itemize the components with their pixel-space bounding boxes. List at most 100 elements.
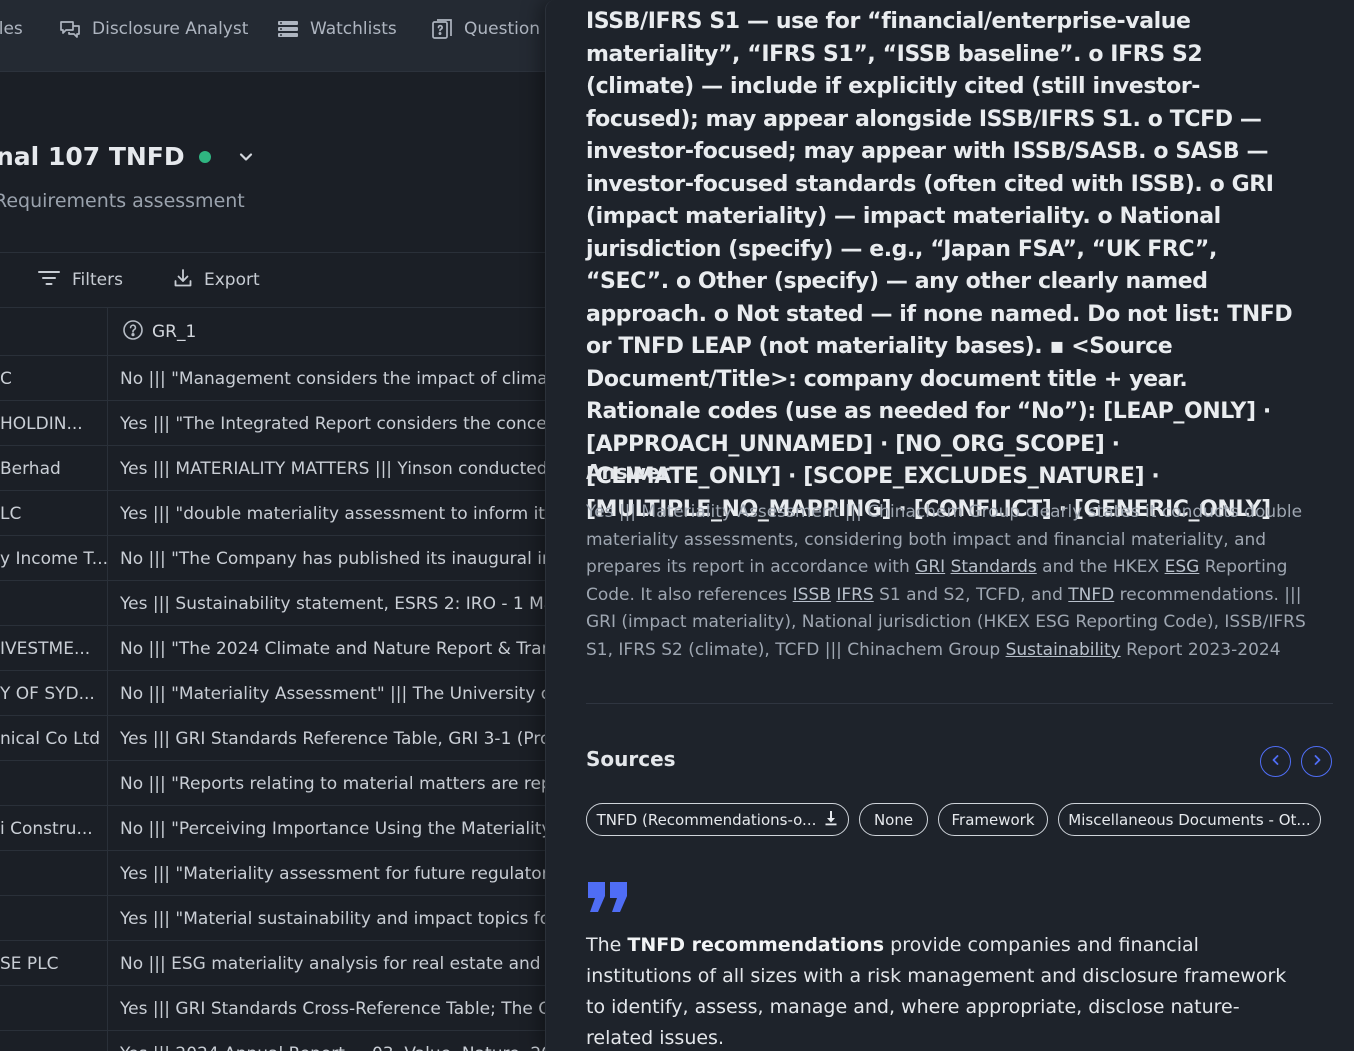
table-row[interactable]: C No ||| "Management considers the impact… <box>0 356 560 401</box>
document-title: nal 107 TNFD <box>0 142 185 171</box>
help-circle-icon[interactable] <box>122 319 144 346</box>
quote-bold: TNFD recommendations <box>627 934 885 956</box>
source-chip-label: Framework <box>951 810 1035 829</box>
answer-link-issb[interactable]: ISSB <box>793 585 831 605</box>
table-body: C No ||| "Management considers the impact… <box>0 356 560 1051</box>
cell-company-name: LC <box>0 503 22 524</box>
source-chip-framework[interactable]: Framework <box>938 803 1048 836</box>
cell-gr1-answer[interactable]: No ||| "Management considers the impact … <box>107 356 560 400</box>
table-row[interactable]: nical Co Ltd Yes ||| GRI Standards Refere… <box>0 716 560 761</box>
answer-segment: and the HKEX <box>1036 557 1165 577</box>
table-row[interactable]: IVESTME... No ||| "The 2024 Climate and N… <box>0 626 560 671</box>
nav-disclosure-analyst-label: Disclosure Analyst <box>92 19 249 39</box>
cell-gr1-answer[interactable]: No ||| "Perceiving Importance Using the … <box>107 806 560 850</box>
cell-gr1-answer[interactable]: Yes ||| GRI Standards Cross-Reference Ta… <box>107 986 560 1030</box>
table-row[interactable]: Yes ||| GRI Standards Cross-Reference Ta… <box>0 986 560 1031</box>
chevron-right-icon <box>1310 752 1324 771</box>
cell-gr1-answer[interactable]: Yes ||| "The Integrated Report considers… <box>107 401 560 445</box>
cell-company-name: Y OF SYD... <box>0 683 95 704</box>
cell-company-name: Berhad <box>0 458 61 479</box>
answer-link-standards[interactable]: Standards <box>951 557 1037 577</box>
table-row[interactable]: Y OF SYD... No ||| "Materiality Assessmen… <box>0 671 560 716</box>
cell-gr1-answer[interactable]: Yes ||| "double materiality assessment t… <box>107 491 560 535</box>
source-chip-label: None <box>873 810 914 829</box>
table-row[interactable]: y Income T... No ||| "The Company has pub… <box>0 536 560 581</box>
cell-company-name <box>0 851 107 895</box>
filters-label: Filters <box>72 270 123 290</box>
source-chip-none[interactable]: None <box>859 803 928 836</box>
source-quote: The TNFD recommendations provide compani… <box>586 930 1306 1051</box>
answer-link-ifrs[interactable]: IFRS <box>836 585 873 605</box>
answer-segment: S1 and S2, TCFD, and <box>873 584 1069 605</box>
cell-company-name: i Constru... <box>0 818 93 839</box>
cell-gr1-answer[interactable]: Yes ||| "Materiality assessment for futu… <box>107 851 560 895</box>
divider <box>0 252 560 253</box>
quote-icon <box>586 880 630 914</box>
source-chip-tnfd[interactable]: TNFD (Recommendations-o... <box>586 803 849 836</box>
cell-company-name <box>0 896 107 940</box>
table-row[interactable]: Berhad Yes ||| MATERIALITY MATTERS ||| Yi… <box>0 446 560 491</box>
answer-link-gri[interactable]: GRI <box>915 557 945 577</box>
chat-icon <box>58 17 82 41</box>
cell-gr1-answer[interactable]: Yes ||| 2024 Annual Report ... 03. Value… <box>107 1031 560 1051</box>
source-chip-misc[interactable]: Miscellaneous Documents - Ot... <box>1058 803 1321 836</box>
document-subtitle: Requirements assessment <box>0 190 245 212</box>
column-header-gr1[interactable]: GR_1 <box>107 308 196 356</box>
nav-files[interactable]: iles <box>0 14 23 44</box>
question-box-icon <box>430 17 454 41</box>
cell-company-name: nical Co Ltd <box>0 728 100 749</box>
answer-link-esg[interactable]: ESG <box>1165 557 1200 577</box>
download-icon[interactable] <box>824 810 838 830</box>
sources-prev-button[interactable] <box>1260 746 1291 777</box>
main-pane: nal 107 TNFD Requirements assessment Fil… <box>0 72 560 1051</box>
cell-gr1-answer[interactable]: Yes ||| MATERIALITY MATTERS ||| Yinson c… <box>107 446 560 490</box>
table-row[interactable]: Yes ||| "Material sustainability and imp… <box>0 896 560 941</box>
nav-question[interactable]: Question <box>430 14 540 44</box>
cell-gr1-answer[interactable]: Yes ||| Sustainability statement, ESRS 2… <box>107 581 560 625</box>
answer-text: Yes ||| Materiality Assessment ||| China… <box>586 499 1306 664</box>
table-row[interactable]: HOLDIN... Yes ||| "The Integrated Report … <box>0 401 560 446</box>
sources-heading: Sources <box>586 747 676 771</box>
table-row[interactable]: SE PLC No ||| ESG materiality analysis fo… <box>0 941 560 986</box>
nav-disclosure-analyst[interactable]: Disclosure Analyst <box>58 14 248 44</box>
cell-company-name: IVESTME... <box>0 638 91 659</box>
cell-company-name <box>0 1031 107 1051</box>
quote-before: The <box>586 934 628 956</box>
sources-next-button[interactable] <box>1301 746 1332 777</box>
cell-company-name: HOLDIN... <box>0 413 83 434</box>
nav-watchlists[interactable]: Watchlists <box>276 14 397 44</box>
export-icon <box>172 267 194 294</box>
answer-segment: Report 2023-2024 <box>1120 639 1281 660</box>
source-chip-label: TNFD (Recommendations-o... <box>596 810 817 829</box>
filter-icon <box>36 268 62 293</box>
nav-watchlists-label: Watchlists <box>310 19 397 39</box>
cell-gr1-answer[interactable]: No ||| "The 2024 Climate and Nature Repo… <box>107 626 560 670</box>
table-row[interactable]: Yes ||| 2024 Annual Report ... 03. Value… <box>0 1031 560 1051</box>
table-row[interactable]: Yes ||| "Materiality assessment for futu… <box>0 851 560 896</box>
table-row[interactable]: LC Yes ||| "double materiality assessment… <box>0 491 560 536</box>
export-button[interactable]: Export <box>172 266 260 294</box>
results-table: GR_1 C No ||| "Management considers the i… <box>0 307 560 1051</box>
table-row[interactable]: Yes ||| Sustainability statement, ESRS 2… <box>0 581 560 626</box>
answer-link-tnfd[interactable]: TNFD <box>1068 585 1114 605</box>
cell-gr1-answer[interactable]: No ||| "The Company has published its in… <box>107 536 560 580</box>
cell-company-name <box>0 581 107 625</box>
cell-gr1-answer[interactable]: No ||| "Reports relating to material mat… <box>107 761 560 805</box>
cell-company-name <box>0 986 107 1030</box>
cell-gr1-answer[interactable]: No ||| ESG materiality analysis for real… <box>107 941 560 985</box>
cell-gr1-answer[interactable]: No ||| "Materiality Assessment" ||| The … <box>107 671 560 715</box>
answer-heading: Answer <box>586 460 670 484</box>
cell-company-name: y Income T... <box>0 548 107 569</box>
table-row[interactable]: i Constru... No ||| "Perceiving Importanc… <box>0 806 560 851</box>
table-header: GR_1 <box>0 308 560 356</box>
cell-gr1-answer[interactable]: Yes ||| "Material sustainability and imp… <box>107 896 560 940</box>
chevron-down-icon[interactable] <box>235 146 257 168</box>
status-dot <box>198 150 211 163</box>
answer-link-sustainability[interactable]: Sustainability <box>1006 640 1121 660</box>
table-row[interactable]: No ||| "Reports relating to material mat… <box>0 761 560 806</box>
chevron-left-icon <box>1269 752 1283 771</box>
filters-button[interactable]: Filters <box>36 266 123 294</box>
nav-question-label: Question <box>464 19 541 39</box>
cell-gr1-answer[interactable]: Yes ||| GRI Standards Reference Table, G… <box>107 716 560 760</box>
document-title-row: nal 107 TNFD <box>0 142 257 171</box>
